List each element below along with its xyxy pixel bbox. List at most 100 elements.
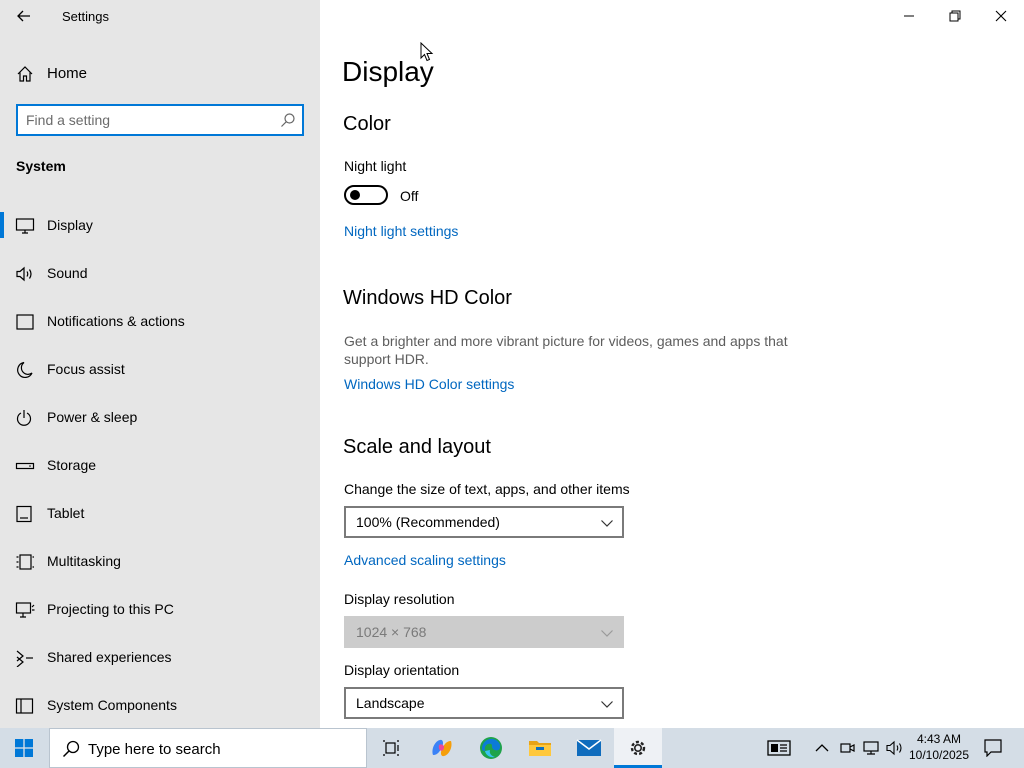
search-icon xyxy=(62,740,80,758)
mail-icon xyxy=(576,739,602,756)
restore-button[interactable] xyxy=(932,0,978,32)
taskbar-search-text: Type here to search xyxy=(88,741,221,758)
moon-icon xyxy=(17,361,33,379)
back-button[interactable] xyxy=(12,4,36,28)
sidebar-item-label: Focus assist xyxy=(47,361,125,377)
resolution-dropdown[interactable]: 1024 × 768 xyxy=(344,616,624,648)
close-button[interactable] xyxy=(978,0,1024,32)
scale-size-label: Change the size of text, apps, and other… xyxy=(344,481,630,497)
night-light-state: Off xyxy=(400,188,419,204)
file-explorer-button[interactable] xyxy=(516,728,564,768)
home-label: Home xyxy=(47,65,88,82)
minimize-button[interactable] xyxy=(886,0,932,32)
clock-time: 4:43 AM xyxy=(916,732,962,746)
advanced-scaling-link[interactable]: Advanced scaling settings xyxy=(344,552,506,568)
sidebar-item-label: Multitasking xyxy=(47,553,121,569)
chevron-up-icon xyxy=(815,744,829,752)
settings-taskbar-button[interactable] xyxy=(614,728,662,768)
projector-icon xyxy=(15,602,35,618)
sidebar-item-shared-experiences[interactable]: Shared experiences xyxy=(0,636,320,684)
orientation-dropdown[interactable]: Landscape xyxy=(344,687,624,719)
network-button[interactable] xyxy=(860,728,882,768)
start-button[interactable] xyxy=(0,728,48,768)
news-widget-button[interactable] xyxy=(760,728,798,768)
night-light-toggle[interactable] xyxy=(344,185,388,205)
taskbar-clock[interactable]: 4:43 AM 10/10/2025 xyxy=(906,731,972,763)
sidebar-item-storage[interactable]: Storage xyxy=(0,444,320,492)
taskbar-search-box[interactable]: Type here to search xyxy=(49,728,367,768)
find-setting-input[interactable] xyxy=(26,111,274,129)
taskbar: Type here to search 4:43 AM 10/10/2025 xyxy=(0,728,1024,768)
show-hidden-icons-button[interactable] xyxy=(810,728,834,768)
edge-browser-button[interactable] xyxy=(467,728,515,768)
search-icon[interactable] xyxy=(280,112,296,128)
news-icon xyxy=(767,740,791,756)
sidebar: Settings Home System Display Sound Notif… xyxy=(0,0,320,728)
section-label-system: System xyxy=(16,158,66,174)
night-light-label: Night light xyxy=(344,158,407,174)
sidebar-item-label: Projecting to this PC xyxy=(47,601,174,617)
sidebar-item-notifications[interactable]: Notifications & actions xyxy=(0,300,320,348)
notification-center-button[interactable] xyxy=(978,728,1008,768)
monitor-icon xyxy=(15,218,35,234)
toggle-knob xyxy=(350,190,360,200)
sidebar-item-display[interactable]: Display xyxy=(0,204,320,252)
storage-icon xyxy=(15,462,35,470)
chevron-down-icon xyxy=(601,701,613,708)
sidebar-item-label: Storage xyxy=(47,457,97,473)
orientation-label: Display orientation xyxy=(344,662,460,678)
hdr-heading: Windows HD Color xyxy=(343,287,512,309)
resolution-value: 1024 × 768 xyxy=(356,624,427,640)
network-icon xyxy=(863,741,879,755)
task-view-icon xyxy=(383,740,399,756)
volume-button[interactable] xyxy=(884,728,906,768)
components-icon xyxy=(15,698,34,714)
back-arrow-icon xyxy=(17,10,30,22)
sidebar-item-system-components[interactable]: System Components xyxy=(0,684,320,732)
sidebar-item-multitasking[interactable]: Multitasking xyxy=(0,540,320,588)
sidebar-item-label: Power & sleep xyxy=(47,409,138,425)
sidebar-item-label: Notifications & actions xyxy=(47,313,185,329)
meet-icon xyxy=(840,743,855,753)
sidebar-item-focus-assist[interactable]: Focus assist xyxy=(0,348,320,396)
mail-button[interactable] xyxy=(565,728,613,768)
volume-icon xyxy=(886,740,902,756)
sidebar-item-projecting[interactable]: Projecting to this PC xyxy=(0,588,320,636)
resolution-label: Display resolution xyxy=(344,591,455,607)
meet-now-button[interactable] xyxy=(836,728,858,768)
power-icon xyxy=(16,410,32,426)
notification-icon xyxy=(16,314,34,330)
hdr-description: Get a brighter and more vibrant picture … xyxy=(344,333,788,367)
scale-dropdown[interactable]: 100% (Recommended) xyxy=(344,506,624,538)
chevron-down-icon xyxy=(601,520,613,527)
copilot-button[interactable] xyxy=(418,728,466,768)
sidebar-item-power-sleep[interactable]: Power & sleep xyxy=(0,396,320,444)
windows-logo-icon xyxy=(15,739,33,757)
window-title: Settings xyxy=(62,9,109,24)
chevron-down-icon xyxy=(601,630,613,637)
sidebar-item-tablet[interactable]: Tablet xyxy=(0,492,320,540)
mouse-cursor-icon xyxy=(420,42,434,62)
edge-icon xyxy=(480,737,502,759)
clock-date: 10/10/2025 xyxy=(908,748,970,762)
tablet-icon xyxy=(16,505,32,523)
copilot-icon xyxy=(432,739,452,757)
folder-icon xyxy=(529,741,551,756)
find-setting-box[interactable] xyxy=(16,104,304,136)
sidebar-item-label: Sound xyxy=(47,265,88,281)
speaker-icon xyxy=(16,266,32,282)
sidebar-item-label: System Components xyxy=(47,697,177,713)
sidebar-item-label: Tablet xyxy=(47,505,85,521)
close-icon xyxy=(995,10,1007,22)
action-center-icon xyxy=(984,739,1002,757)
sidebar-item-sound[interactable]: Sound xyxy=(0,252,320,300)
scale-value: 100% (Recommended) xyxy=(356,514,500,530)
hdr-settings-link[interactable]: Windows HD Color settings xyxy=(344,376,514,392)
color-heading: Color xyxy=(343,113,391,135)
sidebar-item-label: Display xyxy=(47,217,93,233)
multitasking-icon xyxy=(16,554,34,570)
sidebar-item-label: Shared experiences xyxy=(47,649,172,665)
task-view-button[interactable] xyxy=(368,728,416,768)
night-light-settings-link[interactable]: Night light settings xyxy=(344,223,458,239)
sidebar-home[interactable]: Home xyxy=(0,58,320,88)
